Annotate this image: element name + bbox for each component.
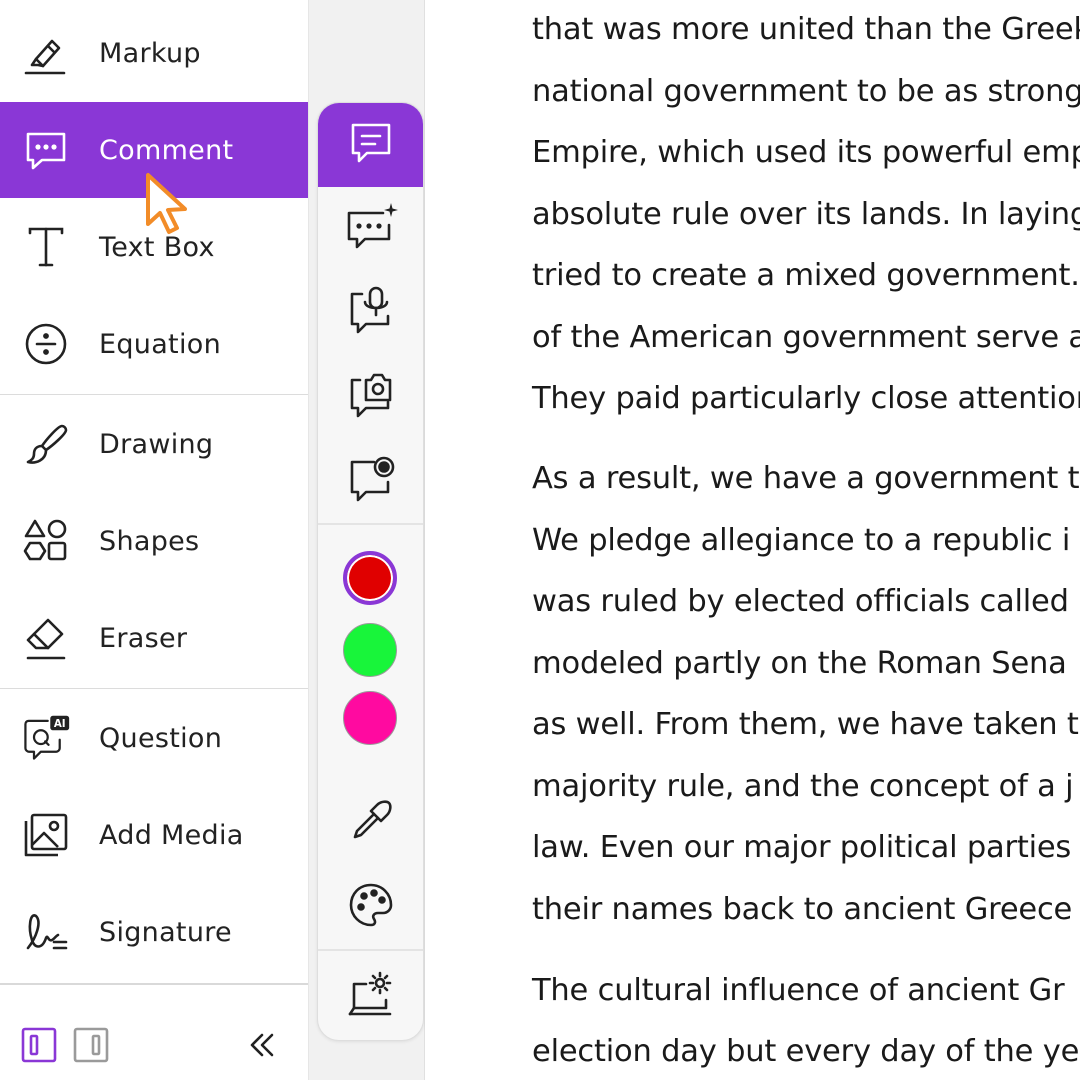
comment-icon — [22, 126, 70, 174]
sidebar-item-label: Drawing — [99, 428, 214, 460]
video-comment-icon — [346, 454, 396, 508]
document-line: election day but every day of the ye — [532, 1034, 1080, 1069]
document-line: that was more united than the Greek — [532, 12, 1080, 47]
camera-comment-icon — [346, 370, 396, 424]
document-page: that was more united than the Greek nati… — [425, 0, 1080, 1080]
document-line: as well. From them, we have taken t — [532, 707, 1079, 742]
eraser-icon — [22, 614, 70, 662]
comment-settings-icon — [346, 970, 396, 1024]
color-swatch-pink[interactable] — [343, 691, 397, 745]
sidebar-item-label: Equation — [99, 328, 221, 360]
sidebar-item-label: Add Media — [99, 819, 244, 851]
sidebar-item-label: Text Box — [99, 231, 215, 263]
mouse-cursor-icon — [145, 172, 191, 236]
sidebar-item-drawing[interactable]: Drawing — [0, 396, 308, 492]
sidebar-item-add-media[interactable]: Add Media — [0, 787, 308, 883]
brush-icon — [22, 420, 70, 468]
comment-settings-button[interactable] — [318, 955, 423, 1039]
sidebar-item-label: Comment — [99, 134, 234, 166]
sidebar-item-label: Signature — [99, 916, 232, 948]
document-line: national government to be as strong — [532, 74, 1080, 109]
document-line: tried to create a mixed government. — [532, 258, 1080, 293]
document-line: was ruled by elected officials called — [532, 584, 1069, 619]
sidebar-item-equation[interactable]: Equation — [0, 296, 308, 392]
document-line: The cultural influence of ancient Gr — [532, 973, 1065, 1008]
sidebar-item-question[interactable]: AI Question — [0, 690, 308, 786]
sidebar-item-label: Eraser — [99, 622, 188, 654]
divider — [318, 523, 423, 525]
sidebar-item-markup[interactable]: Markup — [0, 5, 308, 101]
sidebar-item-label: Shapes — [99, 525, 200, 557]
tools-sidebar: Markup Comment Text Box Equation Drawing… — [0, 0, 309, 1080]
voice-comment-button[interactable] — [318, 271, 423, 355]
highlighter-icon — [22, 29, 70, 77]
text-box-icon — [22, 223, 70, 271]
divider — [318, 949, 423, 951]
document-line: absolute rule over its lands. In laying — [532, 197, 1080, 232]
shapes-icon — [22, 517, 70, 565]
dock-left-icon[interactable] — [21, 1027, 57, 1063]
ai-comment-icon — [343, 199, 399, 259]
palette-button[interactable] — [318, 865, 423, 949]
document-line: majority rule, and the concept of a j — [532, 769, 1074, 804]
sidebar-item-shapes[interactable]: Shapes — [0, 493, 308, 589]
text-comment-icon — [347, 119, 395, 171]
sidebar-item-eraser[interactable]: Eraser — [0, 590, 308, 686]
sidebar-item-signature[interactable]: Signature — [0, 884, 308, 980]
document-line: modeled partly on the Roman Sena — [532, 646, 1067, 681]
palette-icon — [347, 881, 395, 933]
document-line: of the American government serve a — [532, 320, 1080, 355]
document-line: Empire, which used its powerful emp — [532, 135, 1080, 170]
sidebar-bottom-bar — [0, 983, 308, 1082]
image-icon — [22, 811, 70, 859]
color-swatch-red[interactable] — [343, 551, 397, 605]
divide-icon — [22, 320, 70, 368]
double-chevron-left-icon[interactable] — [246, 1029, 278, 1061]
ai-comment-button[interactable] — [318, 187, 423, 271]
document-line: We pledge allegiance to a republic i — [532, 523, 1071, 558]
divider — [0, 688, 308, 689]
sidebar-item-label: Question — [99, 722, 223, 754]
signature-icon — [22, 908, 70, 956]
svg-text:AI: AI — [54, 718, 66, 730]
text-comment-button[interactable] — [318, 103, 423, 187]
document-line: They paid particularly close attentior — [532, 381, 1080, 416]
ai-question-icon: AI — [22, 714, 70, 762]
video-comment-button[interactable] — [318, 439, 423, 523]
document-line: As a result, we have a government t — [532, 461, 1080, 496]
color-swatch-green[interactable] — [343, 623, 397, 677]
eyedropper-icon — [347, 797, 395, 849]
document-line: their names back to ancient Greece — [532, 892, 1073, 927]
photo-comment-button[interactable] — [318, 355, 423, 439]
sidebar-item-label: Markup — [99, 37, 201, 69]
document-line: law. Even our major political parties — [532, 830, 1072, 865]
eyedropper-button[interactable] — [318, 781, 423, 865]
dock-right-icon[interactable] — [73, 1027, 109, 1063]
comment-tools-panel — [317, 102, 424, 1041]
voice-comment-icon — [346, 286, 396, 340]
divider — [0, 394, 308, 395]
